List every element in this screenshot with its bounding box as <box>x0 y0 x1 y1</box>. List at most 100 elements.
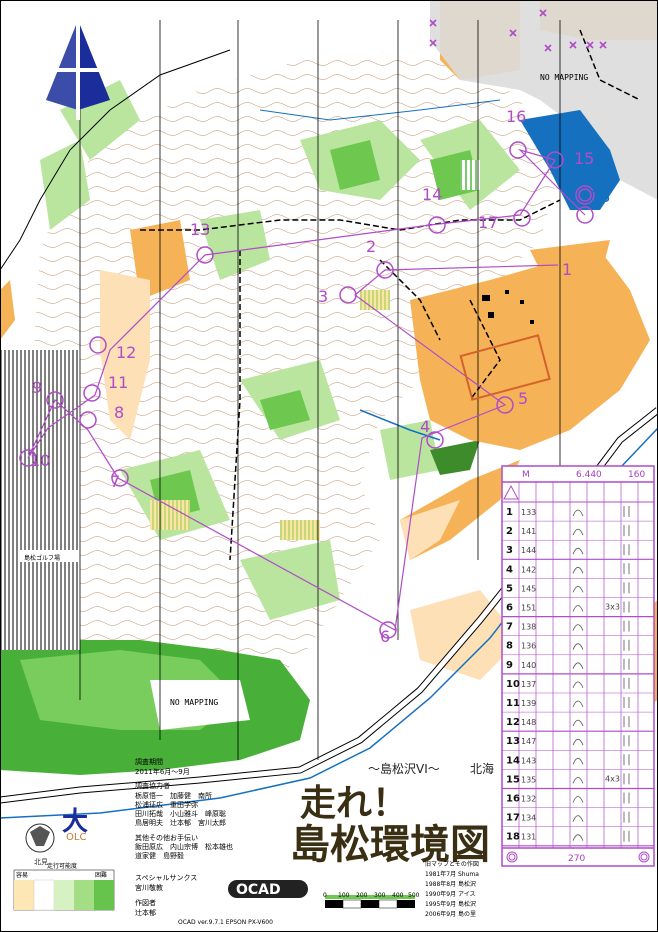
control-label: 17 <box>478 213 498 232</box>
ocad-logo-text: OCAD <box>236 882 281 898</box>
cd-row-number: 9 <box>506 660 513 671</box>
special-thanks: 宮川敬教 <box>135 883 163 892</box>
cd-row-code: 148 <box>521 718 536 727</box>
collaborators-line: 鳥居明夫 辻本郁 宮川太郎 <box>135 818 226 827</box>
map-subtitle: ～島松沢VI～ <box>368 761 440 776</box>
legend-swatch <box>14 880 34 910</box>
control-label: 18 <box>590 187 610 206</box>
cd-row-code: 135 <box>521 775 536 784</box>
collaborators-line: 栃原悟一 加藤健 南所 <box>135 791 212 800</box>
cd-row-number: 18 <box>506 832 520 843</box>
collaborators-line: 田川拓哉 小山雅斗 峰原聡 <box>135 809 226 818</box>
cd-row-number: 17 <box>506 813 520 824</box>
survey-period: 2011年6月～9月 <box>135 767 190 776</box>
cd-row-number: 13 <box>506 736 520 747</box>
cd-row-number: 16 <box>506 794 520 805</box>
cd-row-code: 137 <box>521 680 536 689</box>
cd-row-code: 141 <box>521 527 536 536</box>
cd-row-code: 138 <box>521 623 536 632</box>
cd-row-number: 6 <box>506 603 513 614</box>
scale-tick: 0 <box>323 892 327 899</box>
scale-tick: 500 <box>408 892 420 899</box>
control-label: 4 <box>420 417 430 436</box>
cd-row-code: 139 <box>521 699 536 708</box>
cd-row-number: 3 <box>506 545 513 556</box>
legend-right-label: 困難 <box>95 871 107 879</box>
history-entry: 1981年7月 Shuma <box>425 870 479 878</box>
cd-row-number: 11 <box>506 698 520 709</box>
scale-tick: 200 <box>356 892 368 899</box>
map-subtitle-right: 北海 <box>470 761 494 776</box>
control-label: 1 <box>562 260 572 279</box>
cd-row-extra: 3x3 <box>605 603 620 612</box>
cd-row-number: 15 <box>506 774 520 785</box>
cd-row-number: 8 <box>506 641 513 652</box>
scale-tick: 100 <box>338 892 350 899</box>
control-label: 11 <box>108 373 128 392</box>
history-entry: 1988年8月 島松沢 <box>425 880 476 888</box>
cd-row-number: 7 <box>506 622 513 633</box>
helpers-line: 飯田原広 内山宗博 松本雄也 <box>135 842 233 851</box>
control-label: 9 <box>32 378 42 397</box>
cd-row-extra: 4x3 <box>605 774 620 783</box>
legend-swatch <box>94 880 114 910</box>
cd-row-code: 144 <box>521 546 536 555</box>
helpers-line: 道家健 島野毅 <box>135 851 184 860</box>
cd-row-code: 151 <box>521 604 536 613</box>
legend-left-label: 容易 <box>16 871 28 879</box>
control-label: 15 <box>574 149 594 168</box>
control-label: 8 <box>114 403 124 422</box>
cd-row-number: 2 <box>506 526 513 537</box>
collaborators-label: 調査協力者 <box>135 781 170 790</box>
cd-row-code: 147 <box>521 737 536 746</box>
legend-title: 走行可能度 <box>47 862 77 870</box>
history-entry: 1995年9月 島松沢 <box>425 900 476 908</box>
control-description-sheet: M 6.440 160 1 1332 1413 1444 1425 1456 151 3x37… <box>501 465 655 867</box>
control-label: 13 <box>190 220 210 239</box>
scale-tick: 400 <box>392 892 404 899</box>
title-line-1: 走れ！ <box>300 782 408 824</box>
club-logo-text: OLC <box>66 832 86 843</box>
collaborators-line: 松浦征広 重田学弥 <box>135 800 198 809</box>
legend-swatch <box>33 879 55 911</box>
control-label: 12 <box>116 343 136 362</box>
cd-row-code: 136 <box>521 642 536 651</box>
cd-row-code: 143 <box>521 756 536 765</box>
control-label: 6 <box>380 627 390 646</box>
author: 辻本郁 <box>135 908 156 917</box>
special-thanks-label: スペシャルサンクス <box>135 874 197 882</box>
history-entry: 2006年9月 島の里 <box>425 910 476 918</box>
control-label: 10 <box>30 451 50 470</box>
scale-tick: 300 <box>374 892 386 899</box>
control-label: 2 <box>366 237 376 256</box>
cd-row-number: 5 <box>506 583 513 594</box>
author-label: 作図者 <box>135 898 156 907</box>
software-line: OCAD ver.9.7.1 EPSON PX-V600 <box>178 919 273 926</box>
club-logo-sub: 北見 <box>34 858 48 866</box>
control-label: 3 <box>318 287 328 306</box>
cd-row-code: 132 <box>521 795 536 804</box>
cd-row-code: 145 <box>521 584 536 593</box>
cd-row-number: 4 <box>506 564 513 575</box>
orienteering-map: NO MAPPING NO MAPPING 島松ゴルフ場 1 2 3 4 5 6… <box>0 0 658 932</box>
no-mapping-label-bottom: NO MAPPING <box>170 698 218 707</box>
history-header: 旧マップとその作図 <box>425 860 479 868</box>
cd-row-code: 142 <box>521 565 536 574</box>
legend-swatch <box>74 880 94 910</box>
no-mapping-label-top: NO MAPPING <box>540 73 588 82</box>
cd-length: 6.440 <box>576 470 602 480</box>
cd-row-number: 1 <box>506 507 513 518</box>
ocad-logo: OCAD <box>228 880 308 898</box>
cd-climb: 160 <box>628 470 645 480</box>
control-label: 14 <box>422 185 442 204</box>
cd-row-code: 134 <box>521 814 536 823</box>
helpers-label: 其他その他お手伝い <box>135 833 198 842</box>
cd-row-number: 10 <box>506 679 520 690</box>
cd-row-code: 131 <box>521 833 536 842</box>
cd-row-number: 12 <box>506 717 520 728</box>
history-entry: 1990年9月 アイス <box>425 890 476 898</box>
control-label: 16 <box>506 107 526 126</box>
cd-row-number: 14 <box>506 755 520 766</box>
control-label: 5 <box>518 389 528 408</box>
golf-label: 島松ゴルフ場 <box>24 554 60 562</box>
